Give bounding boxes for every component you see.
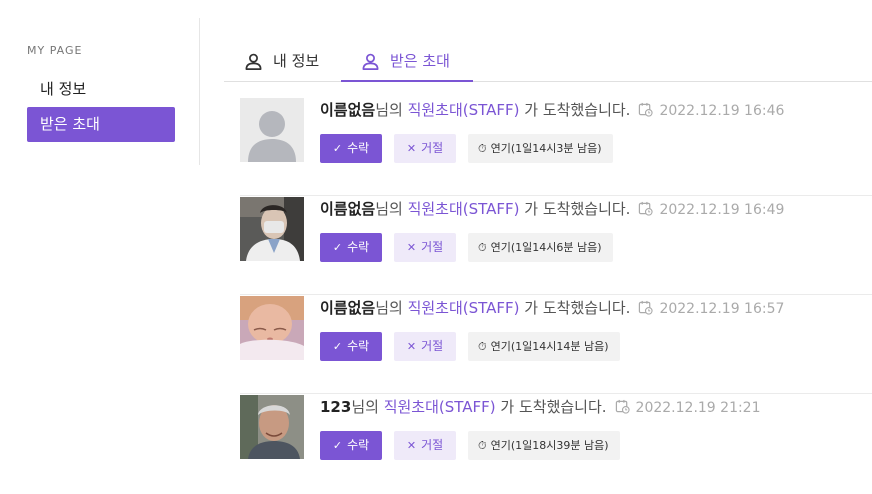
user-icon	[245, 53, 262, 70]
timestamp: 2022.12.19 21:21	[635, 400, 761, 416]
stopwatch-icon: ⏱	[478, 439, 487, 452]
invitation-row: 이름없음님의 직원초대(STAFF) 가 도착했습니다. 2022.12.19 1…	[240, 296, 872, 394]
reject-label: 거절	[421, 141, 444, 155]
reject-button[interactable]: ✕ 거절	[394, 134, 456, 163]
sidebar: MY PAGE 내 정보 받은 초대	[0, 18, 200, 165]
close-icon: ✕	[406, 241, 417, 254]
tab-label: 받은 초대	[390, 52, 450, 70]
inviter-name: 123	[320, 398, 352, 416]
invite-type: 직원초대(STAFF)	[383, 398, 496, 416]
reject-button[interactable]: ✕ 거절	[394, 233, 456, 262]
calendar-clock-icon	[639, 102, 654, 117]
calendar-clock-icon	[639, 300, 654, 315]
stopwatch-icon: ⏱	[478, 241, 487, 254]
check-icon: ✓	[332, 340, 343, 353]
avatar	[240, 98, 304, 162]
invitation-row: 이름없음님의 직원초대(STAFF) 가 도착했습니다. 2022.12.19 1…	[240, 197, 872, 295]
inviter-name: 이름없음	[320, 299, 376, 317]
reject-button[interactable]: ✕ 거절	[394, 332, 456, 361]
accept-label: 수락	[347, 438, 370, 452]
message-tail: 가 도착했습니다.	[495, 398, 607, 416]
stopwatch-icon: ⏱	[478, 142, 487, 155]
invite-type: 직원초대(STAFF)	[407, 101, 520, 119]
accept-button[interactable]: ✓ 수락	[320, 134, 382, 163]
timestamp: 2022.12.19 16:49	[659, 202, 785, 218]
postpone-label: 연기(1일18시39분 남음)	[490, 439, 609, 452]
sidebar-title: MY PAGE	[27, 44, 83, 57]
tab-label: 내 정보	[273, 52, 320, 70]
calendar-clock-icon	[639, 201, 654, 216]
user-icon	[362, 53, 379, 70]
avatar	[240, 296, 304, 360]
close-icon: ✕	[406, 439, 417, 452]
accept-button[interactable]: ✓ 수락	[320, 332, 382, 361]
avatar	[240, 197, 304, 261]
invitation-message: 이름없음님의 직원초대(STAFF) 가 도착했습니다. 2022.12.19 1…	[320, 99, 784, 122]
invite-type: 직원초대(STAFF)	[407, 299, 520, 317]
reject-label: 거절	[421, 339, 444, 353]
message-tail: 가 도착했습니다.	[519, 101, 631, 119]
message-suffix: 님의	[351, 398, 384, 416]
timestamp: 2022.12.19 16:57	[659, 301, 785, 317]
message-suffix: 님의	[375, 101, 408, 119]
avatar	[240, 395, 304, 459]
accept-button[interactable]: ✓ 수락	[320, 431, 382, 460]
tab-my-info[interactable]: 내 정보	[244, 40, 340, 82]
invitation-message: 이름없음님의 직원초대(STAFF) 가 도착했습니다. 2022.12.19 1…	[320, 198, 784, 221]
sidebar-item-my-info[interactable]: 내 정보	[27, 72, 175, 107]
calendar-clock-icon	[615, 399, 630, 414]
inviter-name: 이름없음	[320, 200, 376, 218]
postpone-button[interactable]: ⏱ 연기(1일14시6분 남음)	[468, 233, 613, 262]
postpone-label: 연기(1일14시6분 남음)	[490, 241, 602, 254]
tab-received-invitations[interactable]: 받은 초대	[341, 40, 473, 82]
check-icon: ✓	[332, 439, 343, 452]
reject-label: 거절	[421, 438, 444, 452]
stopwatch-icon: ⏱	[478, 340, 487, 353]
message-suffix: 님의	[375, 200, 408, 218]
message-suffix: 님의	[375, 299, 408, 317]
reject-button[interactable]: ✕ 거절	[394, 431, 456, 460]
reject-label: 거절	[421, 240, 444, 254]
close-icon: ✕	[406, 340, 417, 353]
invitation-row: 123님의 직원초대(STAFF) 가 도착했습니다. 2022.12.19 21…	[240, 395, 872, 493]
invitation-row: 이름없음님의 직원초대(STAFF) 가 도착했습니다. 2022.12.19 1…	[240, 98, 872, 196]
accept-button[interactable]: ✓ 수락	[320, 233, 382, 262]
accept-label: 수락	[347, 339, 370, 353]
postpone-label: 연기(1일14시3분 남음)	[490, 142, 602, 155]
tab-bar: 내 정보 받은 초대	[224, 40, 872, 82]
invitation-message: 이름없음님의 직원초대(STAFF) 가 도착했습니다. 2022.12.19 1…	[320, 297, 784, 320]
timestamp: 2022.12.19 16:46	[659, 103, 785, 119]
postpone-button[interactable]: ⏱ 연기(1일14시3분 남음)	[468, 134, 613, 163]
sidebar-item-received-invitations[interactable]: 받은 초대	[27, 107, 175, 142]
postpone-button[interactable]: ⏱ 연기(1일18시39분 남음)	[468, 431, 620, 460]
check-icon: ✓	[332, 241, 343, 254]
message-tail: 가 도착했습니다.	[519, 299, 631, 317]
check-icon: ✓	[332, 142, 343, 155]
inviter-name: 이름없음	[320, 101, 376, 119]
invitation-message: 123님의 직원초대(STAFF) 가 도착했습니다. 2022.12.19 21…	[320, 396, 761, 419]
close-icon: ✕	[406, 142, 417, 155]
postpone-label: 연기(1일14시14분 남음)	[490, 340, 609, 353]
accept-label: 수락	[347, 240, 370, 254]
postpone-button[interactable]: ⏱ 연기(1일14시14분 남음)	[468, 332, 620, 361]
invite-type: 직원초대(STAFF)	[407, 200, 520, 218]
accept-label: 수락	[347, 141, 370, 155]
message-tail: 가 도착했습니다.	[519, 200, 631, 218]
